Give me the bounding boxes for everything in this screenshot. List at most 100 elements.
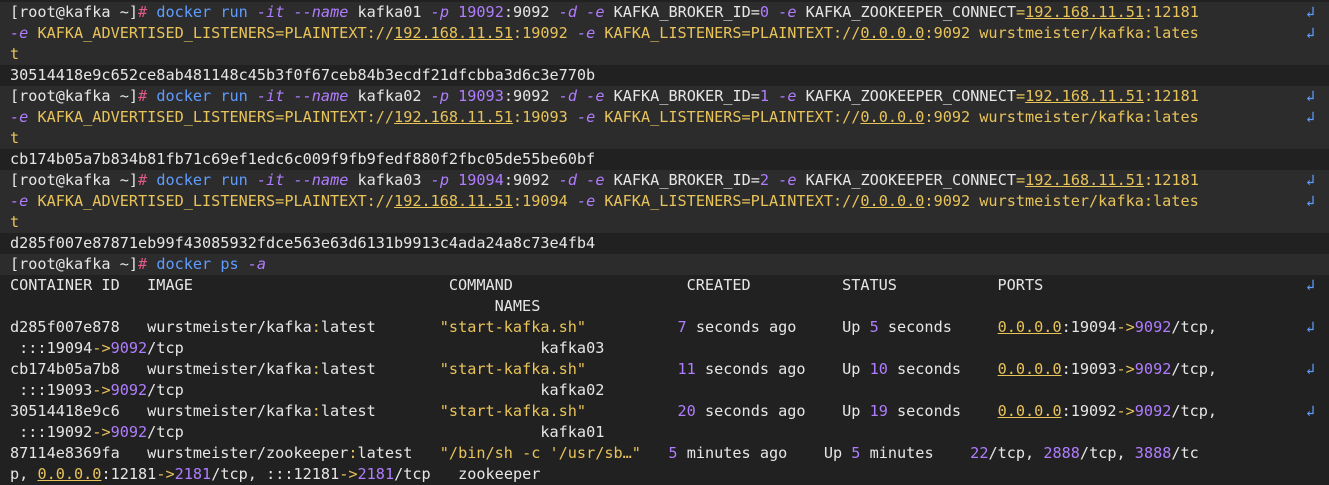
- text-segment: ->: [1116, 318, 1135, 336]
- text-segment: /tcp,: [1171, 360, 1218, 378]
- text-segment: /tc: [1171, 444, 1199, 462]
- text-segment: /tcp,: [988, 444, 1044, 462]
- text-segment: cb174b05a7b8 wurstmeister/kafka: [10, 360, 312, 378]
- text-segment: :9092 wurstmeister/kafka:lates: [924, 108, 1199, 126]
- text-segment: [769, 87, 778, 105]
- text-segment: :::19092: [10, 423, 93, 441]
- line-wrap-icon: ↲: [1305, 402, 1315, 420]
- text-segment: docker ps: [156, 255, 248, 273]
- text-segment: /tcp kafka01: [147, 423, 605, 441]
- text-segment: "/bin/sh -c '/usr/sb…": [439, 444, 641, 462]
- text-segment: ->: [339, 465, 358, 483]
- text-segment: 192.168.11.51: [394, 108, 513, 126]
- text-segment: :19094: [512, 192, 577, 210]
- text-segment: 9092: [1134, 360, 1172, 378]
- text-segment: -e: [586, 87, 605, 105]
- text-segment: 5: [668, 444, 678, 462]
- text-segment: 1: [759, 87, 770, 105]
- text-segment: /tcp kafka02: [147, 381, 605, 399]
- text-segment: latest: [320, 318, 440, 336]
- text-segment: /tcp, :::12181: [211, 465, 340, 483]
- text-segment: [586, 318, 677, 336]
- text-segment: 192.168.11.51: [394, 24, 513, 42]
- text-segment: [586, 360, 677, 378]
- terminal-line: d285f007e87871eb99f43085932fdce563e63d61…: [10, 233, 1329, 254]
- text-segment: -d: [558, 3, 578, 21]
- text-segment: -e: [10, 24, 29, 42]
- text-segment: :12181: [1144, 87, 1199, 105]
- text-segment: 192.168.11.51: [1025, 3, 1145, 21]
- line-wrap-icon: ↲: [1305, 3, 1315, 21]
- text-segment: /tcp zookeeper: [394, 465, 541, 483]
- text-segment: [449, 87, 458, 105]
- terminal-line: [root@kafka ~]# docker run -it --name ka…: [10, 170, 1329, 191]
- text-segment: 0.0.0.0: [37, 465, 102, 483]
- text-segment: :19093: [512, 108, 577, 126]
- text-segment: minutes: [860, 444, 971, 462]
- text-segment: p,: [10, 465, 38, 483]
- text-segment: :9092: [503, 171, 559, 189]
- text-segment: KAFKA_ADVERTISED_LISTENERS=PLAINTEXT://: [28, 24, 395, 42]
- terminal-line: -e KAFKA_ADVERTISED_LISTENERS=PLAINTEXT:…: [10, 107, 1329, 128]
- text-segment: --name: [293, 3, 349, 21]
- text-segment: latest: [357, 444, 440, 462]
- text-segment: cb174b05a7b834b81fb71c69ef1edc6c009f9fb9…: [10, 150, 596, 168]
- text-segment: -e: [10, 108, 29, 126]
- line-wrap-icon: ↲: [1305, 360, 1315, 378]
- text-segment: seconds ago Up: [695, 360, 870, 378]
- text-segment: /tcp,: [1171, 402, 1218, 420]
- text-segment: =: [1015, 171, 1026, 189]
- text-segment: [root@kafka ~]: [10, 171, 139, 189]
- text-segment: [586, 402, 677, 420]
- text-segment: ->: [1116, 360, 1135, 378]
- text-segment: 22: [970, 444, 989, 462]
- text-segment: KAFKA_ADVERTISED_LISTENERS=PLAINTEXT://: [28, 108, 395, 126]
- text-segment: -e: [576, 24, 596, 42]
- text-segment: -e: [586, 3, 605, 21]
- text-segment: 87114e8369fa wurstmeister/zookeeper: [10, 444, 349, 462]
- text-segment: #: [138, 87, 157, 105]
- terminal-line: [root@kafka ~]# docker run -it --name ka…: [10, 86, 1329, 107]
- line-wrap-icon: ↲: [1305, 276, 1315, 294]
- text-segment: [577, 3, 586, 21]
- text-segment: 10: [869, 360, 888, 378]
- text-segment: [769, 171, 778, 189]
- text-segment: /tcp kafka03: [147, 339, 605, 357]
- text-segment: seconds: [887, 402, 998, 420]
- text-segment: 192.168.11.51: [1025, 87, 1145, 105]
- text-segment: /tcp,: [1171, 318, 1218, 336]
- terminal-line: t: [10, 44, 1329, 65]
- text-segment: -e: [10, 192, 29, 210]
- line-wrap-icon: ↲: [1305, 24, 1315, 42]
- text-segment: 0.0.0.0: [997, 318, 1062, 336]
- text-segment: 9092: [110, 339, 148, 357]
- line-wrap-icon: ↲: [1305, 108, 1315, 126]
- text-segment: latest: [320, 360, 440, 378]
- text-segment: 0.0.0.0: [997, 360, 1062, 378]
- text-segment: 0.0.0.0: [860, 108, 925, 126]
- text-segment: NAMES: [10, 297, 541, 315]
- text-segment: :19092: [512, 24, 577, 42]
- text-segment: -e: [778, 3, 797, 21]
- text-segment: seconds ago Up: [686, 318, 870, 336]
- terminal-line: 30514418e9c6 wurstmeister/kafka:latest "…: [10, 401, 1329, 422]
- terminal-window[interactable]: [root@kafka ~]# docker run -it --name ka…: [0, 0, 1329, 484]
- text-segment: #: [138, 171, 157, 189]
- text-segment: -d: [558, 171, 578, 189]
- text-segment: KAFKA_LISTENERS=PLAINTEXT://: [595, 24, 861, 42]
- text-segment: seconds ago Up: [695, 402, 870, 420]
- terminal-line: t: [10, 128, 1329, 149]
- text-segment: KAFKA_ZOOKEEPER_CONNECT: [796, 3, 1016, 21]
- text-segment: ->: [92, 423, 111, 441]
- text-segment: [641, 444, 668, 462]
- text-segment: -e: [576, 108, 596, 126]
- text-segment: [root@kafka ~]: [10, 3, 139, 21]
- text-segment: 192.168.11.51: [1025, 171, 1145, 189]
- text-segment: kafka03: [348, 171, 431, 189]
- text-segment: --name: [293, 171, 349, 189]
- text-segment: 0: [759, 3, 770, 21]
- text-segment: 19092: [458, 3, 504, 21]
- text-segment: [577, 171, 586, 189]
- terminal-line: d285f007e878 wurstmeister/kafka:latest "…: [10, 317, 1329, 338]
- terminal-line: 30514418e9c652ce8ab481148c45b3f0f67ceb84…: [10, 65, 1329, 86]
